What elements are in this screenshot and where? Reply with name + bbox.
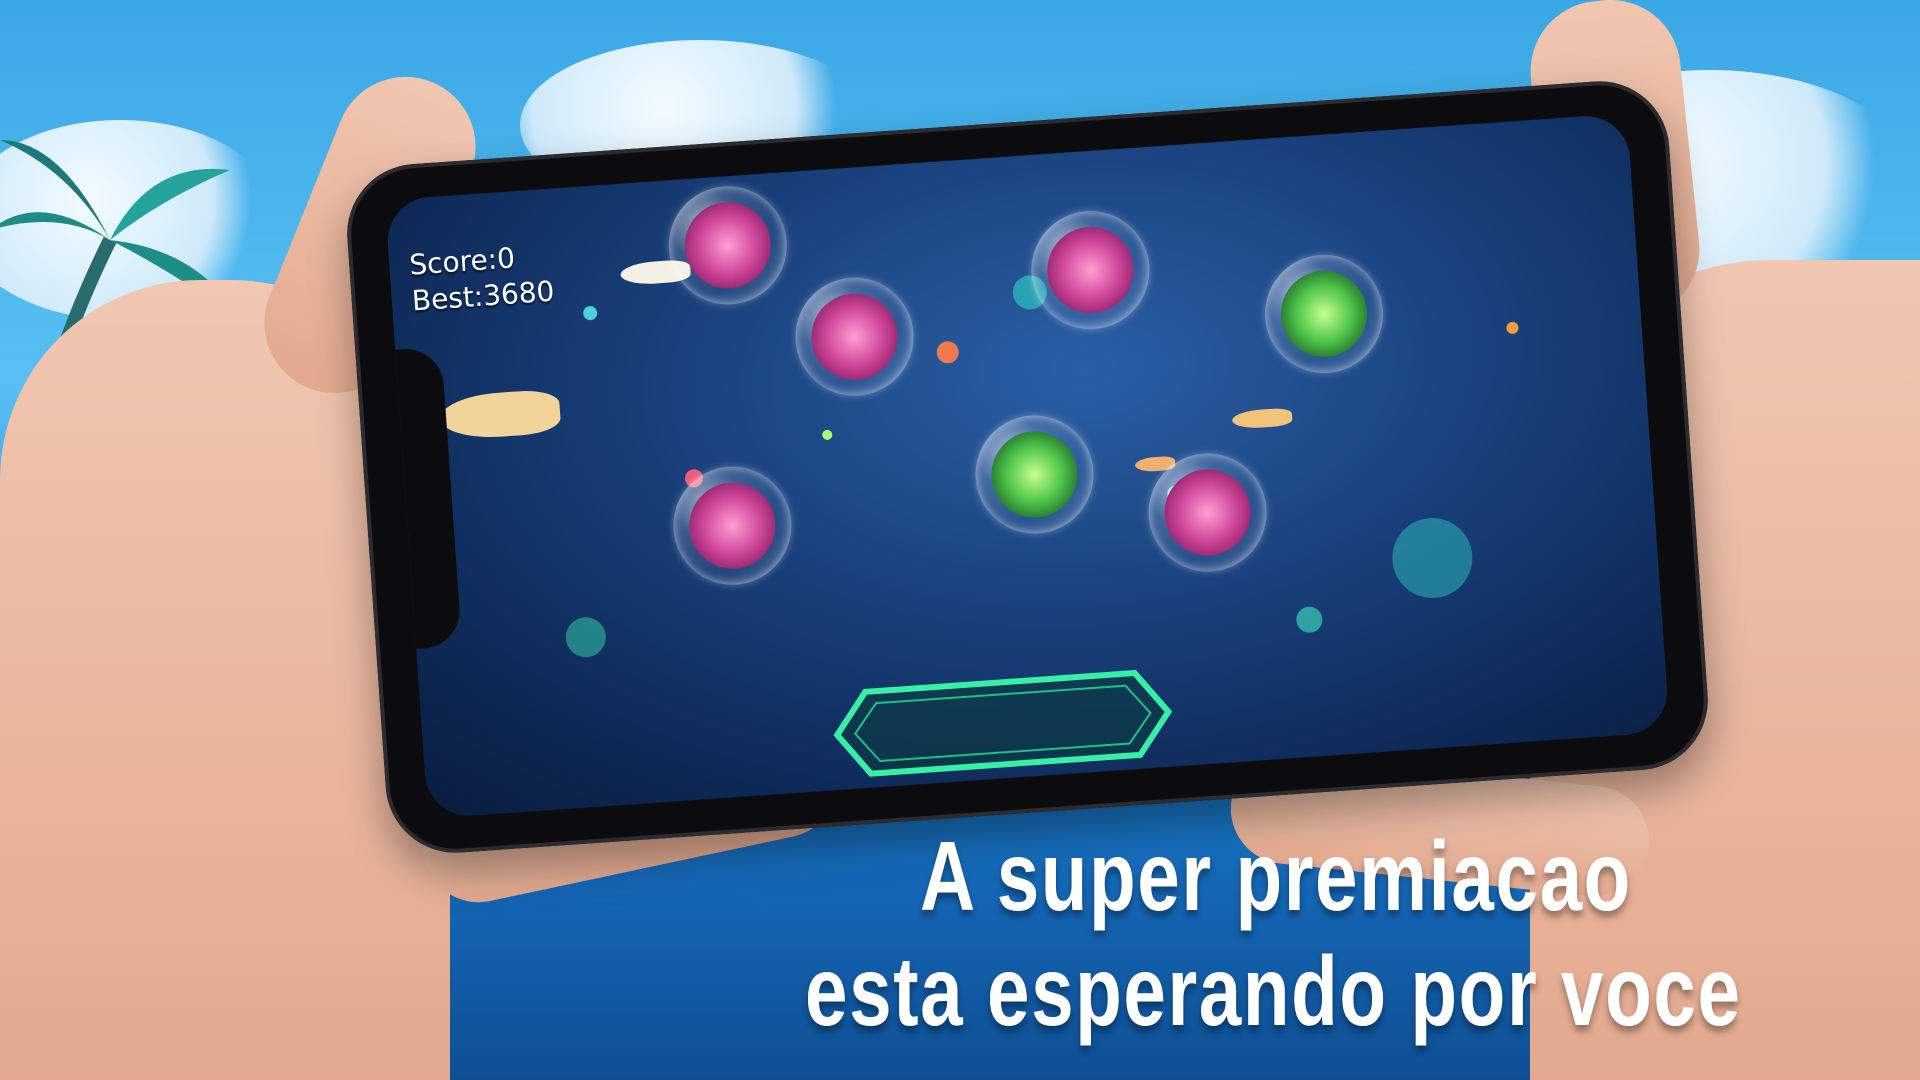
promo-headline-line2: esta esperando por voce: [805, 936, 1742, 1046]
pink-urchin-icon: [808, 290, 901, 383]
fish: [438, 388, 562, 441]
glow-particle: [1389, 515, 1476, 601]
pink-urchin-icon: [681, 199, 774, 292]
promo-headline-line1: A super premiacao: [920, 821, 1632, 931]
bubble-target[interactable]: [1261, 250, 1388, 377]
phone-notch: [395, 346, 463, 650]
glow-particle: [582, 305, 598, 321]
glow-particle: [1295, 605, 1324, 634]
green-urchin-icon: [988, 428, 1081, 521]
bubble-target[interactable]: [1027, 207, 1154, 334]
fish: [1231, 407, 1293, 430]
promo-scene: Score:0 Best:3680 A super premiacao esta…: [0, 0, 1920, 1080]
pink-urchin-icon: [686, 479, 779, 572]
green-urchin-icon: [1278, 268, 1370, 360]
glow-particle: [821, 429, 833, 441]
bubble-target[interactable]: [664, 182, 791, 309]
bubble-target[interactable]: [971, 411, 1098, 538]
glow-particle: [1506, 321, 1519, 335]
best-score-label: Best:3680: [410, 274, 556, 318]
game-screen[interactable]: Score:0 Best:3680: [384, 113, 1671, 819]
pink-urchin-icon: [1161, 466, 1254, 559]
phone-device: Score:0 Best:3680: [342, 76, 1713, 858]
pink-urchin-icon: [1044, 224, 1137, 317]
glow-particle: [564, 615, 608, 659]
score-label: Score:0: [408, 241, 516, 282]
launcher-paddle[interactable]: [830, 667, 1175, 780]
glow-particle: [936, 340, 960, 365]
bubble-target[interactable]: [791, 273, 918, 400]
